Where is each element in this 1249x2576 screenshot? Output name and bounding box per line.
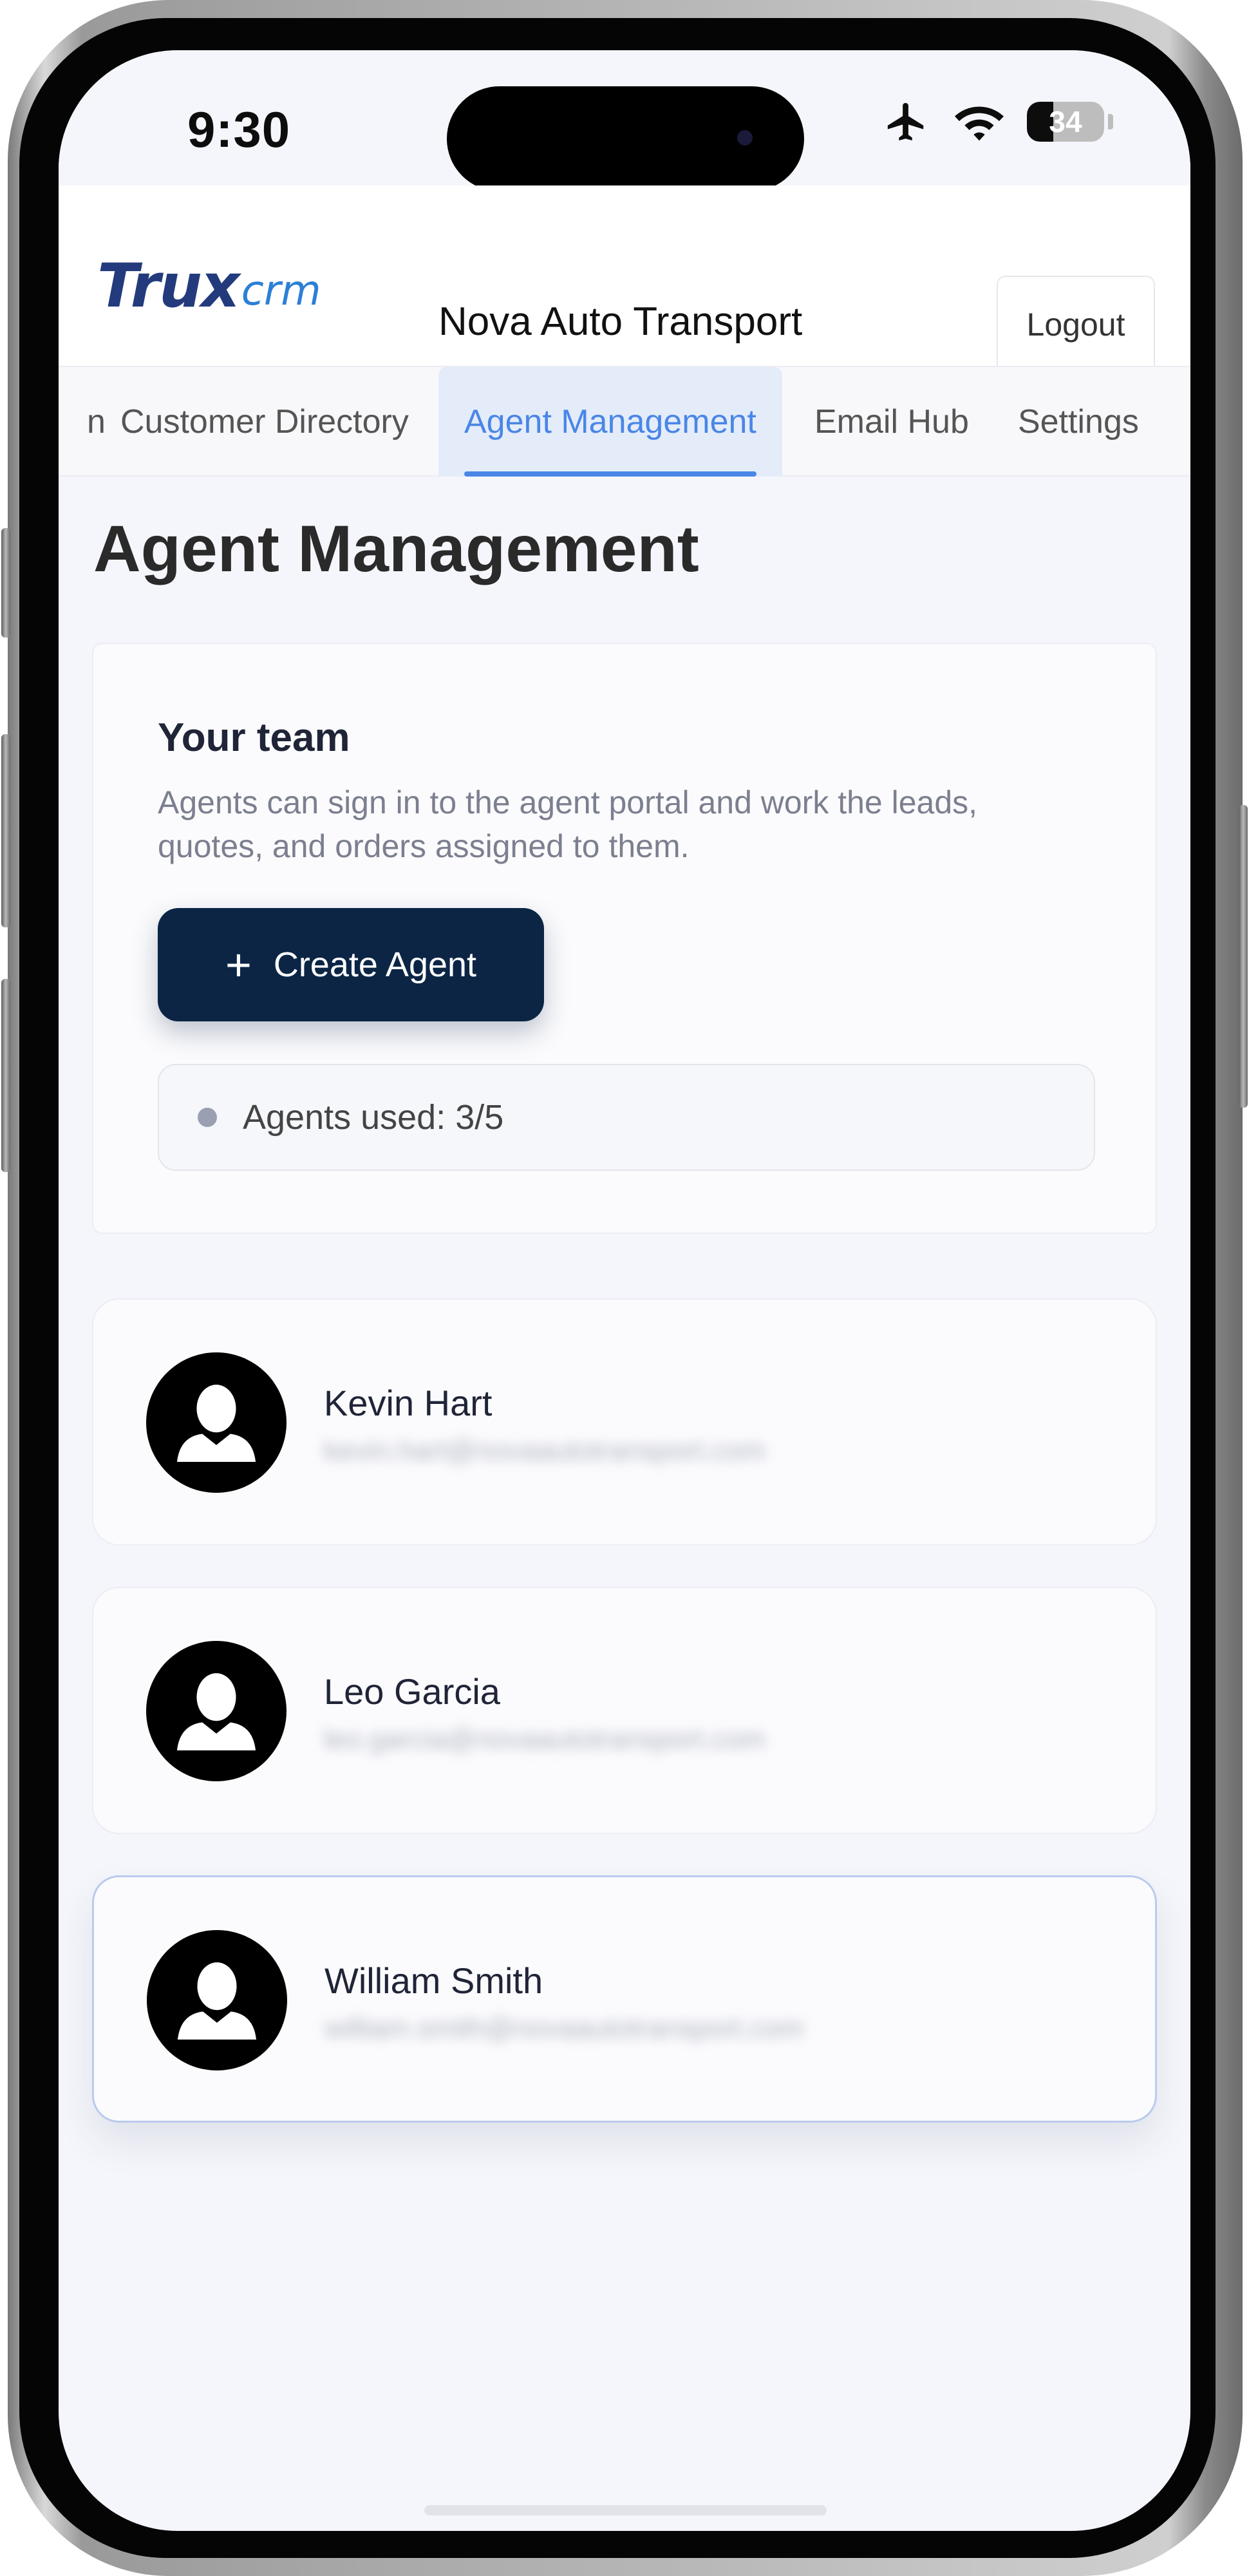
tab-partial[interactable]: n — [87, 367, 106, 477]
plus-icon: + — [225, 940, 252, 990]
avatar-icon — [147, 1930, 287, 2070]
logout-button[interactable]: Logout — [997, 276, 1155, 374]
active-tab-indicator — [464, 471, 756, 477]
tab-customer-directory[interactable]: Customer Directory — [120, 367, 409, 477]
create-agent-button[interactable]: + Create Agent — [158, 908, 544, 1021]
agent-card[interactable]: Leo Garcia leo.garcia@novaautotransport.… — [92, 1587, 1157, 1834]
home-indicator[interactable] — [424, 2505, 827, 2515]
status-icons: 34 — [881, 99, 1113, 144]
status-dot-icon — [198, 1108, 217, 1127]
battery-cap — [1108, 114, 1113, 129]
action-button — [1, 528, 10, 638]
team-card: Your team Agents can sign in to the agen… — [92, 643, 1157, 1234]
agent-name: Leo Garcia — [324, 1671, 500, 1712]
airplane-icon — [887, 102, 924, 141]
company-name: Nova Auto Transport — [438, 299, 803, 344]
avatar-icon — [146, 1641, 286, 1781]
status-time: 9:30 — [187, 101, 291, 158]
tab-email-hub[interactable]: Email Hub — [814, 367, 969, 477]
agent-name: William Smith — [324, 1960, 543, 2001]
app-header: Trux crm Nova Auto Transport Logout — [59, 185, 1190, 374]
agent-email: william.smith@novaautotransport.com — [324, 2012, 804, 2044]
agent-name: Kevin Hart — [324, 1383, 493, 1423]
tab-settings[interactable]: Settings — [1018, 367, 1139, 477]
agent-card[interactable]: Kevin Hart kevin.hart@novaautotransport.… — [92, 1298, 1157, 1546]
status-bar: 9:30 34 — [59, 50, 1190, 191]
dynamic-island — [447, 86, 804, 191]
nav-tabs: n Customer Directory Agent Management Em… — [59, 366, 1190, 477]
volume-up-button — [1, 734, 10, 927]
avatar-icon — [146, 1352, 286, 1493]
truxcrm-logo[interactable]: Trux crm — [97, 251, 321, 321]
logo-mark: Trux — [97, 251, 240, 321]
page-title: Agent Management — [93, 512, 699, 585]
screen: 9:30 34 Trux crm Nova Auto Transport Log… — [59, 50, 1190, 2531]
wifi-icon — [955, 106, 1004, 141]
agent-email: leo.garcia@novaautotransport.com — [324, 1723, 765, 1755]
battery-icon: 34 — [1027, 102, 1104, 142]
team-title: Your team — [158, 715, 350, 760]
camera-icon — [737, 130, 753, 146]
tab-agent-management[interactable]: Agent Management — [438, 367, 782, 477]
tab-agent-management-label: Agent Management — [464, 403, 756, 440]
power-button — [1239, 805, 1248, 1108]
agent-email: kevin.hart@novaautotransport.com — [324, 1435, 765, 1466]
create-agent-label: Create Agent — [273, 945, 477, 984]
battery-level: 34 — [1049, 105, 1082, 138]
agents-usage-text: Agents used: 3/5 — [243, 1098, 504, 1137]
agents-usage-badge: Agents used: 3/5 — [158, 1064, 1095, 1171]
agent-card[interactable]: William Smith william.smith@novaautotran… — [92, 1875, 1157, 2123]
volume-down-button — [1, 979, 10, 1172]
logo-sub: crm — [241, 267, 321, 315]
team-description: Agents can sign in to the agent portal a… — [158, 784, 978, 864]
